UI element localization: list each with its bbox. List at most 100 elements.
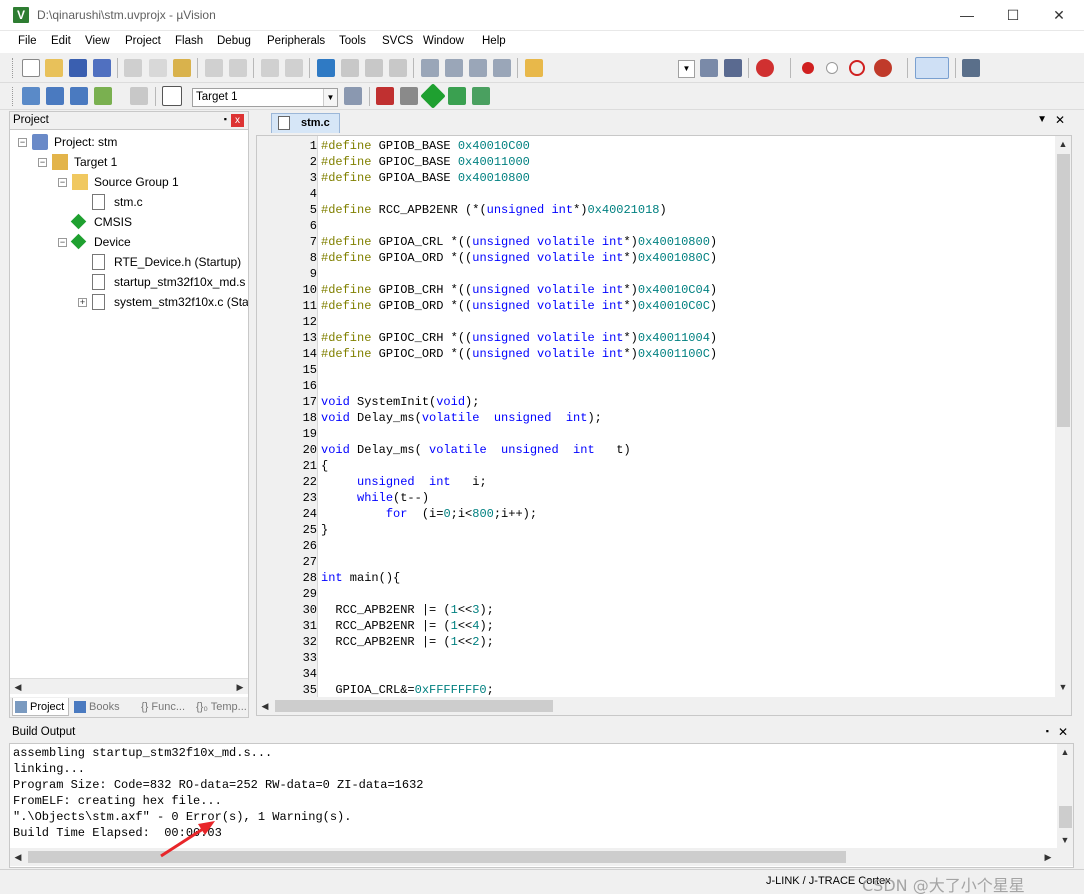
uncomment-icon[interactable] <box>493 59 511 77</box>
code-line[interactable]: 20 void Delay_ms( volatile unsigned int t… <box>257 442 1055 458</box>
menu-project[interactable]: Project <box>125 35 161 47</box>
run-time-environment-icon[interactable] <box>472 87 490 105</box>
menu-peripherals[interactable]: Peripherals <box>267 35 325 47</box>
find-in-files-icon[interactable] <box>525 59 543 77</box>
code-line[interactable]: 6 <box>257 218 1055 234</box>
tab-stm-c[interactable]: stm.c <box>271 113 340 133</box>
expand-icon[interactable]: + <box>78 298 87 307</box>
code-line[interactable]: 10 #define GPIOB_CRH *((unsigned volatile… <box>257 282 1055 298</box>
menu-window[interactable]: Window <box>423 35 464 47</box>
code-line[interactable]: 16 <box>257 378 1055 394</box>
code-line[interactable]: 11 #define GPIOB_ORD *((unsigned volatile… <box>257 298 1055 314</box>
code-line[interactable]: 31 RCC_APB2ENR |= (1<<4); <box>257 618 1055 634</box>
menu-svcs[interactable]: SVCS <box>382 35 413 47</box>
tree-item-source-group[interactable]: − Source Group 1 <box>10 172 248 192</box>
pin-icon[interactable]: ▪ <box>1046 726 1049 736</box>
code-line[interactable]: 29 <box>257 586 1055 602</box>
batch-build-icon[interactable] <box>94 87 112 105</box>
indent-icon[interactable] <box>421 59 439 77</box>
code-line[interactable]: 13 #define GPIOC_CRH *((unsigned volatile… <box>257 330 1055 346</box>
code-line[interactable]: 17 void SystemInit(void); <box>257 394 1055 410</box>
scrollbar-thumb[interactable] <box>275 700 553 712</box>
toolbar-grip[interactable] <box>12 58 15 78</box>
bookmark-next-icon[interactable] <box>365 59 383 77</box>
unindent-icon[interactable] <box>445 59 463 77</box>
code-line[interactable]: 30 RCC_APB2ENR |= (1<<3); <box>257 602 1055 618</box>
scroll-left-icon[interactable]: ◀ <box>10 679 26 695</box>
scroll-right-icon[interactable]: ▶ <box>1040 849 1056 865</box>
code-line[interactable]: 22 unsigned int i; <box>257 474 1055 490</box>
copy-icon[interactable] <box>149 59 167 77</box>
pack-installer-icon[interactable] <box>448 87 466 105</box>
tab-books[interactable]: Books <box>72 698 130 716</box>
collapse-icon[interactable]: − <box>38 158 47 167</box>
bookmark-clear-icon[interactable] <box>389 59 407 77</box>
close-window-button[interactable]: ✕ <box>1036 0 1082 31</box>
tree-item-target[interactable]: − Target 1 <box>10 152 248 172</box>
menu-edit[interactable]: Edit <box>51 35 71 47</box>
configure-icon[interactable] <box>724 59 742 77</box>
collapse-icon[interactable]: − <box>58 238 67 247</box>
download-load-icon[interactable] <box>162 86 182 106</box>
save-all-icon[interactable] <box>93 59 111 77</box>
code-line[interactable]: 25} <box>257 522 1055 538</box>
code-line[interactable]: 28 int main(){ <box>257 570 1055 586</box>
options-for-target-icon[interactable] <box>344 87 362 105</box>
scroll-right-icon[interactable]: ▶ <box>232 679 248 695</box>
incremental-find-icon[interactable] <box>700 59 718 77</box>
editor-vertical-scrollbar[interactable]: ▲ ▼ <box>1055 136 1071 697</box>
scroll-down-icon[interactable]: ▼ <box>1057 832 1073 848</box>
tree-item-system-stm32[interactable]: + system_stm32f10x.c (Star <box>10 292 248 312</box>
code-line[interactable]: 32 RCC_APB2ENR |= (1<<2); <box>257 634 1055 650</box>
code-line[interactable]: 2 #define GPIOC_BASE 0x40011000 <box>257 154 1055 170</box>
code-editor[interactable]: 1 #define GPIOB_BASE 0x40010C00 2 #define G… <box>256 135 1072 716</box>
code-line[interactable]: 15 <box>257 362 1055 378</box>
code-area[interactable]: 1 #define GPIOB_BASE 0x40010C00 2 #define G… <box>257 138 1055 697</box>
editor-horizontal-scrollbar[interactable]: ◀ <box>257 697 1071 715</box>
code-line[interactable]: 23 while(t--) <box>257 490 1055 506</box>
build-icon[interactable] <box>46 87 64 105</box>
collapse-icon[interactable]: − <box>18 138 27 147</box>
pin-icon[interactable]: ▪ <box>224 114 227 124</box>
build-vertical-scrollbar[interactable]: ▲ ▼ <box>1057 744 1073 848</box>
target-select[interactable]: Target 1 ▼ <box>192 88 338 107</box>
code-line[interactable]: 8 #define GPIOA_ORD *((unsigned volatile … <box>257 250 1055 266</box>
file-extensions-icon[interactable] <box>376 87 394 105</box>
paste-icon[interactable] <box>173 59 191 77</box>
navigate-back-icon[interactable] <box>261 59 279 77</box>
code-line[interactable]: 14 #define GPIOC_ORD *((unsigned volatile… <box>257 346 1055 362</box>
find-dropdown[interactable]: ▼ <box>678 60 695 78</box>
rebuild-icon[interactable] <box>70 87 88 105</box>
close-editor-icon[interactable]: ✕ <box>1055 113 1065 127</box>
manage-rte-icon[interactable] <box>400 87 418 105</box>
menu-debug[interactable]: Debug <box>217 35 251 47</box>
code-line[interactable]: 27 <box>257 554 1055 570</box>
code-line[interactable]: 4 <box>257 186 1055 202</box>
menu-file[interactable]: File <box>18 35 37 47</box>
enable-breakpoint-icon[interactable] <box>826 62 838 74</box>
code-line[interactable]: 18 void Delay_ms(volatile unsigned int); <box>257 410 1055 426</box>
redo-icon[interactable] <box>229 59 247 77</box>
code-line[interactable]: 33 <box>257 650 1055 666</box>
scrollbar-thumb[interactable] <box>1059 806 1072 828</box>
code-line[interactable]: 12 <box>257 314 1055 330</box>
scroll-left-icon[interactable]: ◀ <box>10 849 26 865</box>
code-line[interactable]: 19 <box>257 426 1055 442</box>
translate-icon[interactable] <box>22 87 40 105</box>
scroll-left-icon[interactable]: ◀ <box>257 698 273 714</box>
new-file-icon[interactable] <box>22 59 40 77</box>
cut-icon[interactable] <box>124 59 142 77</box>
code-line[interactable]: 1 #define GPIOB_BASE 0x40010C00 <box>257 138 1055 154</box>
undo-icon[interactable] <box>205 59 223 77</box>
tree-item-stm-c[interactable]: stm.c <box>10 192 248 212</box>
disable-breakpoints-icon[interactable] <box>849 60 865 76</box>
tree-item-device[interactable]: − Device <box>10 232 248 252</box>
editor-tab-menu-icon[interactable]: ▼ <box>1037 114 1047 125</box>
tab-project[interactable]: Project <box>12 698 69 716</box>
kill-breakpoints-icon[interactable] <box>874 59 892 77</box>
scroll-up-icon[interactable]: ▲ <box>1055 136 1071 152</box>
collapse-icon[interactable]: − <box>58 178 67 187</box>
tree-item-cmsis[interactable]: CMSIS <box>10 212 248 232</box>
code-line[interactable]: 21 { <box>257 458 1055 474</box>
menu-help[interactable]: Help <box>482 35 506 47</box>
